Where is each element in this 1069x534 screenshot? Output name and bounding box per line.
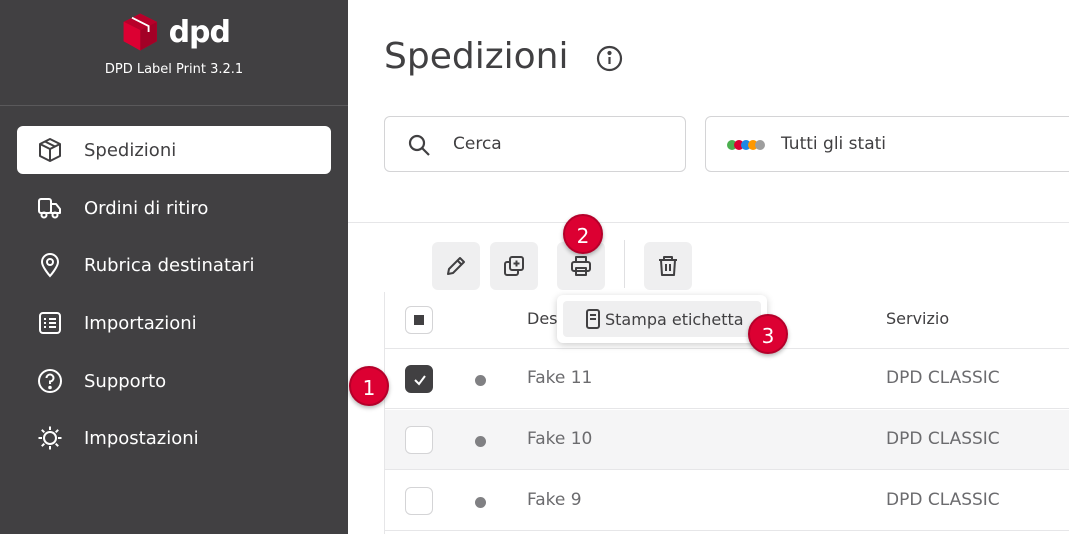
toolbar-separator xyxy=(624,240,625,288)
dpd-logo: dpd xyxy=(120,8,231,56)
column-header-destination[interactable]: Des xyxy=(527,309,558,328)
table-row[interactable]: Fake 9 DPD CLASSIC xyxy=(385,471,1069,531)
sidebar-item-label: Spedizioni xyxy=(84,139,177,161)
duplicate-icon xyxy=(504,256,524,276)
status-dots-icon xyxy=(727,140,765,150)
sidebar-item-label: Importazioni xyxy=(84,312,197,334)
sidebar-item-impostazioni[interactable]: Impostazioni xyxy=(17,414,331,462)
row-destination: Fake 11 xyxy=(527,368,593,388)
brand-header: dpd DPD Label Print 3.2.1 xyxy=(0,0,348,106)
truck-icon xyxy=(38,198,61,219)
sidebar-item-rubrica-destinatari[interactable]: Rubrica destinatari xyxy=(17,241,331,289)
status-filter-dropdown[interactable]: Tutti gli stati xyxy=(705,116,1069,172)
print-icon xyxy=(571,256,591,276)
list-icon xyxy=(39,312,61,334)
dpd-cube-icon xyxy=(123,13,157,51)
row-destination: Fake 10 xyxy=(527,429,593,449)
search-icon xyxy=(408,134,430,156)
edit-button[interactable] xyxy=(432,242,480,290)
sidebar-item-ordini-di-ritiro[interactable]: Ordini di ritiro xyxy=(17,184,331,232)
row-service: DPD CLASSIC xyxy=(886,490,1000,510)
print-label-menu-item[interactable]: Stampa etichetta xyxy=(563,301,761,337)
status-dot xyxy=(475,497,486,508)
location-pin-icon xyxy=(40,253,60,278)
edit-icon xyxy=(447,257,465,275)
sidebar-item-label: Impostazioni xyxy=(84,427,199,449)
sidebar-item-spedizioni[interactable]: Spedizioni xyxy=(17,126,331,174)
help-icon xyxy=(38,369,62,393)
table-row[interactable]: Fake 10 DPD CLASSIC xyxy=(385,410,1069,470)
step-badge-2: 2 xyxy=(563,214,603,254)
step-badge-3: 3 xyxy=(748,314,788,354)
row-destination: Fake 9 xyxy=(527,490,582,510)
sidebar: dpd DPD Label Print 3.2.1 Spedizioni Ord… xyxy=(0,0,348,534)
step-badge-1: 1 xyxy=(349,366,389,406)
sidebar-item-supporto[interactable]: Supporto xyxy=(17,357,331,405)
brand-text: dpd xyxy=(168,14,231,50)
delete-button[interactable] xyxy=(644,242,692,290)
gear-icon xyxy=(38,426,62,450)
checkmark-icon xyxy=(414,375,426,386)
trash-icon xyxy=(659,256,677,276)
sidebar-item-importazioni[interactable]: Importazioni xyxy=(17,299,331,347)
row-service: DPD CLASSIC xyxy=(886,368,1000,388)
print-menu: Stampa etichetta xyxy=(557,295,767,343)
search-input[interactable]: Cerca xyxy=(384,116,686,172)
row-checkbox[interactable] xyxy=(405,426,433,454)
search-placeholder: Cerca xyxy=(453,134,502,154)
row-service: DPD CLASSIC xyxy=(886,429,1000,449)
status-filter-label: Tutti gli stati xyxy=(781,134,887,154)
row-checkbox[interactable] xyxy=(405,365,433,393)
app-version: DPD Label Print 3.2.1 xyxy=(104,62,244,77)
document-icon xyxy=(586,309,600,329)
page-title: Spedizioni xyxy=(384,36,569,77)
column-header-service[interactable]: Servizio xyxy=(886,309,949,328)
section-divider xyxy=(348,222,1069,223)
sidebar-item-label: Supporto xyxy=(84,370,167,392)
print-label-text: Stampa etichetta xyxy=(605,310,744,329)
sidebar-item-label: Ordini di ritiro xyxy=(84,197,209,219)
status-dot xyxy=(475,436,486,447)
duplicate-button[interactable] xyxy=(490,242,538,290)
row-checkbox[interactable] xyxy=(405,487,433,515)
table-row[interactable]: Fake 11 DPD CLASSIC xyxy=(385,349,1069,409)
status-dot xyxy=(475,375,486,386)
package-icon xyxy=(39,138,61,162)
select-all-checkbox[interactable] xyxy=(405,306,433,334)
sidebar-item-label: Rubrica destinatari xyxy=(84,254,255,276)
info-icon[interactable] xyxy=(596,45,623,72)
